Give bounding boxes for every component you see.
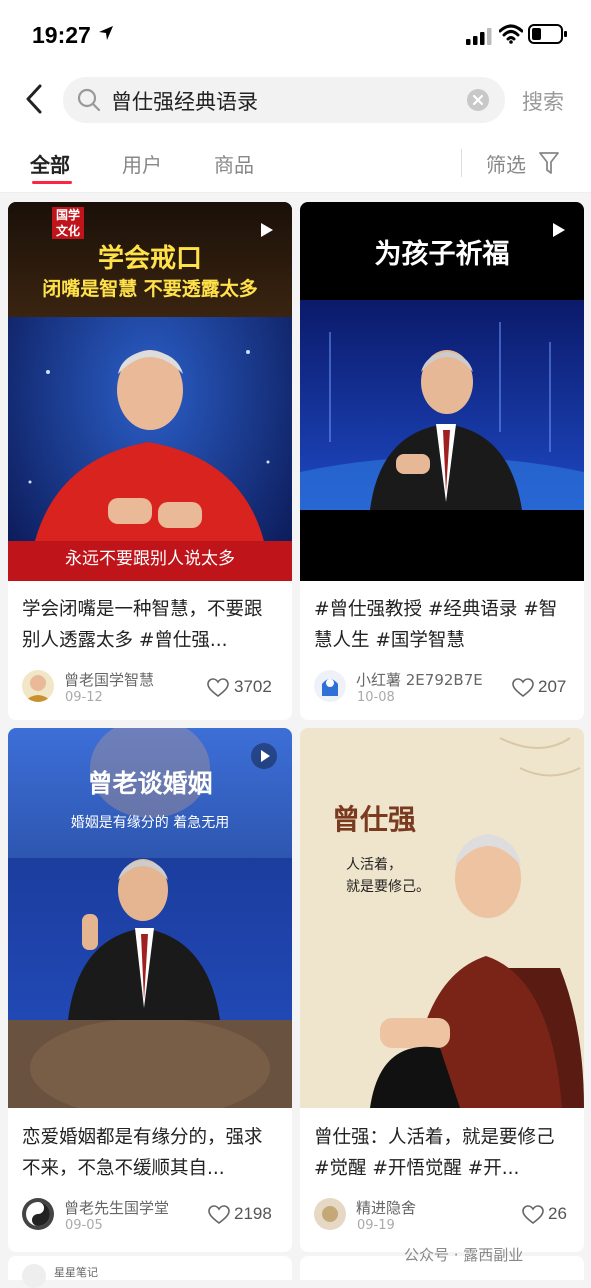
- divider: [461, 149, 462, 177]
- thumbnail-headline: 学会戒口: [97, 244, 202, 274]
- wifi-icon: [499, 24, 523, 44]
- play-icon: [251, 743, 277, 769]
- search-input[interactable]: 曾仕强经典语录: [63, 77, 505, 123]
- thumbnail-headline: 为孩子祈福: [374, 239, 510, 270]
- battery-icon: [528, 24, 567, 44]
- thumbnail-scene: [300, 728, 584, 1108]
- avatar-image: [322, 1206, 338, 1222]
- search-query: 曾仕强经典语录: [111, 90, 258, 114]
- note-card[interactable]: 为孩子祈福 #曾仕强教授 #经典语录 #智慧人生 #国学智慧 小红薯 2E792…: [300, 202, 584, 720]
- heart-icon[interactable]: [522, 1205, 544, 1225]
- tab-users[interactable]: 用户: [122, 149, 162, 178]
- thumbnail-subtitle: 永远不要跟别人说太多: [65, 549, 235, 569]
- thumbnail-quote-2: 就是要修己。: [346, 879, 430, 895]
- card-title: 恋爱婚姻都是有缘分的，强求不来，不急不缓顺其自...: [22, 1127, 263, 1179]
- avatar[interactable]: [22, 1198, 54, 1230]
- location-arrow-icon: [99, 26, 113, 40]
- search-button[interactable]: 搜索: [522, 86, 564, 116]
- note-card[interactable]: 曾仕强 人活着， 就是要修己。 曾仕强：人活着，就是要修己 #觉醒 #开悟觉醒 …: [300, 728, 584, 1252]
- video-thumbnail[interactable]: 曾老谈婚姻 婚姻是有缘分的 着急无用: [8, 728, 292, 1108]
- video-thumbnail[interactable]: 为孩子祈福: [300, 202, 584, 581]
- thumbnail-headline-2: 闭嘴是智慧 不要透露太多: [42, 278, 258, 300]
- thumbnail-quote-1: 人活着，: [346, 857, 402, 873]
- search-bar-row: 曾仕强经典语录 搜索: [0, 70, 591, 132]
- active-tab-indicator: [32, 181, 72, 184]
- clear-icon[interactable]: [466, 88, 490, 112]
- back-icon[interactable]: [22, 82, 46, 116]
- author-name[interactable]: 小红薯 2E792B7E: [356, 669, 483, 690]
- heart-icon[interactable]: [512, 678, 534, 698]
- card-title: 曾仕强：人活着，就是要修己 #觉醒 #开悟觉醒 #开...: [314, 1127, 555, 1179]
- photo-thumbnail[interactable]: 曾仕强 人活着， 就是要修己。: [300, 728, 584, 1108]
- avatar-image: [24, 675, 52, 702]
- post-date: 10-08: [357, 690, 395, 705]
- post-date: 09-19: [357, 1218, 395, 1233]
- filter-button[interactable]: 筛选: [486, 149, 526, 178]
- avatar-image: [322, 679, 338, 696]
- author-name: 星星笔记: [54, 1266, 98, 1279]
- like-count: 207: [538, 677, 567, 696]
- thumbnail-headline-2: 婚姻是有缘分的 着急无用: [70, 815, 230, 831]
- like-count: 26: [548, 1204, 567, 1223]
- like-count: 2198: [234, 1204, 272, 1223]
- card-title: 学会闭嘴是一种智慧，不要跟别人透露太多 #曾仕强...: [22, 599, 263, 651]
- avatar: [22, 1264, 46, 1288]
- heart-icon[interactable]: [208, 1205, 230, 1225]
- play-icon: [261, 223, 273, 237]
- author-name[interactable]: 精进隐舍: [356, 1197, 416, 1218]
- note-card[interactable]: 曾老谈婚姻 婚姻是有缘分的 着急无用 恋爱婚姻都是有缘分的，强求不来，不急不缓顺…: [8, 728, 292, 1252]
- note-card[interactable]: 星星笔记: [8, 1256, 292, 1288]
- note-card[interactable]: 国学文化 学会戒口 闭嘴是智慧 不要透露太多 永远不要跟别人说太多 学会闭嘴是一…: [8, 202, 292, 720]
- thumbnail-calligraphy: 曾仕强: [332, 803, 417, 836]
- like-count: 3702: [234, 677, 272, 696]
- avatar[interactable]: [314, 1198, 346, 1230]
- status-bar: 19:27: [0, 0, 591, 70]
- post-date: 09-12: [65, 690, 103, 705]
- category-tabs: 全部 用户 商品 筛选: [0, 132, 591, 193]
- play-icon: [553, 223, 565, 237]
- avatar[interactable]: [22, 670, 54, 702]
- watermark: 公众号 · 露西副业: [404, 1246, 524, 1264]
- status-time: 19:27: [32, 22, 91, 48]
- avatar[interactable]: [314, 670, 346, 702]
- search-icon: [77, 88, 101, 112]
- author-name[interactable]: 曾老先生国学堂: [64, 1197, 169, 1218]
- tab-all[interactable]: 全部: [30, 149, 70, 178]
- card-title: #曾仕强教授 #经典语录 #智慧人生 #国学智慧: [314, 599, 558, 651]
- thumbnail-badge: 国学文化: [55, 208, 80, 238]
- post-date: 09-05: [65, 1218, 103, 1233]
- avatar-image: [26, 1202, 50, 1226]
- heart-icon[interactable]: [207, 678, 229, 698]
- cellular-signal-icon: [466, 28, 492, 45]
- funnel-icon[interactable]: [539, 151, 559, 175]
- tab-products[interactable]: 商品: [214, 149, 254, 178]
- video-thumbnail[interactable]: 国学文化 学会戒口 闭嘴是智慧 不要透露太多 永远不要跟别人说太多: [8, 202, 292, 581]
- author-name[interactable]: 曾老国学智慧: [64, 669, 154, 690]
